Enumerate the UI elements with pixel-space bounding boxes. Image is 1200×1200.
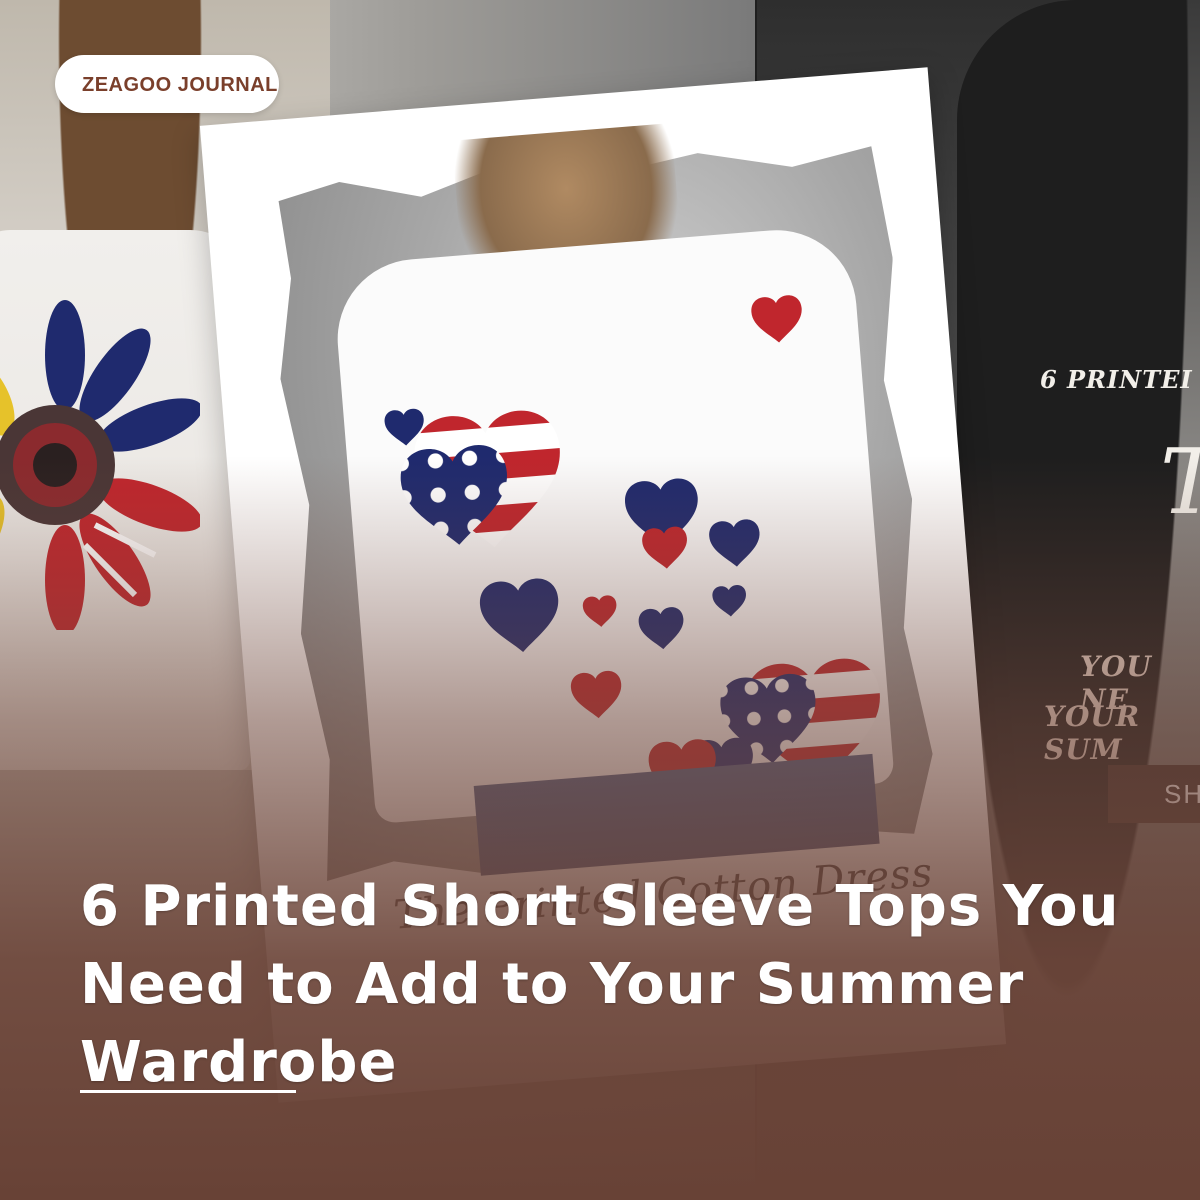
right-text-2: T [1160,430,1200,535]
journal-badge-label: ZEAGOO JOURNAL [82,74,278,96]
sunflower-print [0,300,200,630]
right-text-4: YOUR SUM [1044,700,1141,766]
headline-line-1: 6 Printed Short Sleeve Tops You [80,874,1120,939]
headline-underline [80,1090,296,1093]
headline-line-2: Need to Add to Your Summer [80,952,1025,1017]
article-headline[interactable]: 6 Printed Short Sleeve Tops You Need to … [80,868,1140,1102]
right-text-1: 6 PRINTEI [1040,365,1193,394]
shop-button[interactable]: SH [1108,765,1200,823]
heart-print [383,294,887,824]
